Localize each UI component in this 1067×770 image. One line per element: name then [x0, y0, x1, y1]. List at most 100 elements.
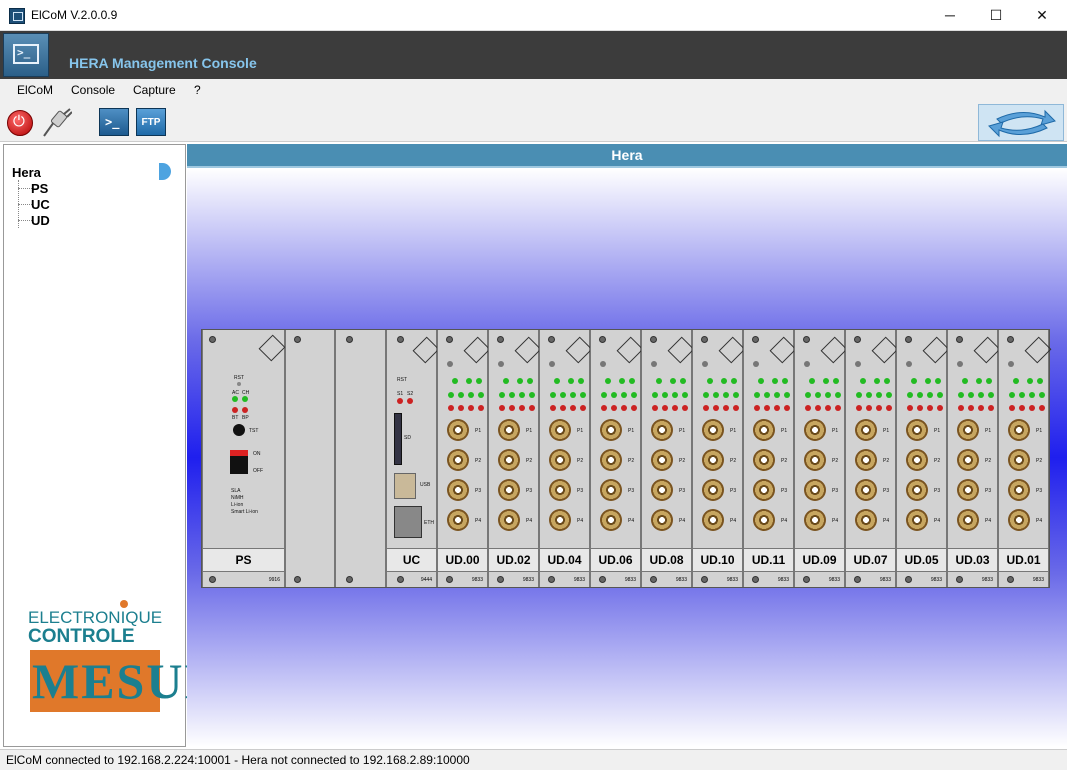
port-label: P3: [577, 488, 584, 494]
ud-card[interactable]: P1 P2 P3 P4 UD.11 9833: [743, 330, 797, 587]
bnc-connector[interactable]: [804, 419, 826, 441]
bnc-connector[interactable]: [447, 419, 469, 441]
bnc-connector[interactable]: [702, 479, 724, 501]
collapse-panel-icon[interactable]: [159, 163, 171, 180]
minimize-button[interactable]: ─: [927, 0, 973, 31]
ud-card[interactable]: P1 P2 P3 P4 UD.09 9833: [794, 330, 848, 587]
bnc-connector[interactable]: [600, 449, 622, 471]
uc-card[interactable]: RST S1 S2 SD USB ETH UC 9444: [386, 330, 440, 587]
port-label: P2: [475, 458, 482, 464]
bnc-connector[interactable]: [855, 479, 877, 501]
bnc-connector[interactable]: [906, 419, 928, 441]
bnc-connector[interactable]: [906, 479, 928, 501]
bnc-connector[interactable]: [702, 449, 724, 471]
bnc-connector[interactable]: [600, 509, 622, 531]
bnc-connector[interactable]: [549, 449, 571, 471]
bnc-connector[interactable]: [804, 449, 826, 471]
bnc-connector[interactable]: [549, 419, 571, 441]
ud-card[interactable]: P1 P2 P3 P4 UD.02 9833: [488, 330, 542, 587]
bnc-connector[interactable]: [600, 479, 622, 501]
bnc-connector[interactable]: [447, 479, 469, 501]
em-logo-icon: [258, 334, 286, 362]
bnc-connector[interactable]: [651, 419, 673, 441]
bnc-connector[interactable]: [549, 509, 571, 531]
menu-capture[interactable]: Capture: [133, 83, 176, 97]
led-green: [1013, 378, 1019, 384]
bnc-connector[interactable]: [753, 449, 775, 471]
bnc-connector[interactable]: [498, 449, 520, 471]
ps-card[interactable]: RST AC CH BT BP TST ON OFF SLA NiMH Li-i…: [202, 330, 286, 587]
bnc-connector[interactable]: [804, 509, 826, 531]
test-button[interactable]: [233, 424, 245, 436]
bnc-connector[interactable]: [447, 449, 469, 471]
refresh-button[interactable]: [978, 104, 1064, 141]
plug-icon[interactable]: [40, 108, 72, 138]
tree-node-ud[interactable]: UD: [31, 213, 50, 228]
led-red: [458, 405, 464, 411]
bnc-connector[interactable]: [753, 479, 775, 501]
uc-rst-label: RST: [397, 377, 407, 383]
console-button[interactable]: >_: [99, 108, 129, 136]
bnc-connector[interactable]: [906, 449, 928, 471]
led-green: [986, 378, 992, 384]
led-red: [570, 405, 576, 411]
bnc-connector[interactable]: [957, 509, 979, 531]
bnc-connector[interactable]: [702, 419, 724, 441]
ud-card[interactable]: P1 P2 P3 P4 UD.08 9833: [641, 330, 695, 587]
bnc-connector[interactable]: [855, 419, 877, 441]
tree-node-hera[interactable]: Hera: [12, 165, 41, 180]
bnc-connector[interactable]: [957, 419, 979, 441]
bnc-connector[interactable]: [804, 479, 826, 501]
bnc-connector[interactable]: [855, 509, 877, 531]
ud-card[interactable]: P1 P2 P3 P4 UD.10 9833: [692, 330, 746, 587]
ud-number: 9833: [828, 577, 840, 583]
menu-help[interactable]: ?: [194, 83, 201, 97]
ud-card[interactable]: P1 P2 P3 P4 UD.06 9833: [590, 330, 644, 587]
bnc-connector[interactable]: [498, 479, 520, 501]
led-green: [503, 378, 509, 384]
bnc-connector[interactable]: [498, 419, 520, 441]
ud-card[interactable]: P1 P2 P3 P4 UD.01 9833: [998, 330, 1052, 587]
main-title-bar: Hera: [187, 144, 1067, 168]
bnc-connector[interactable]: [957, 449, 979, 471]
bnc-connector[interactable]: [1008, 449, 1030, 471]
bnc-connector[interactable]: [498, 509, 520, 531]
bnc-connector[interactable]: [1008, 509, 1030, 531]
screw: [905, 336, 912, 343]
ftp-button[interactable]: FTP: [136, 108, 166, 136]
bnc-connector[interactable]: [600, 419, 622, 441]
ud-card[interactable]: P1 P2 P3 P4 UD.07 9833: [845, 330, 899, 587]
em-logo-icon: [769, 336, 797, 364]
close-button[interactable]: ✕: [1019, 0, 1065, 31]
menu-elcom[interactable]: ElCoM: [17, 83, 53, 97]
bnc-connector[interactable]: [753, 419, 775, 441]
bnc-connector[interactable]: [753, 509, 775, 531]
screw: [446, 576, 453, 583]
ud-card[interactable]: P1 P2 P3 P4 UD.05 9833: [896, 330, 950, 587]
ps-on-label: ON: [253, 451, 261, 457]
knob: [855, 361, 861, 367]
port-label: P1: [883, 428, 890, 434]
ud-card[interactable]: P1 P2 P3 P4 UD.04 9833: [539, 330, 593, 587]
bnc-connector[interactable]: [447, 509, 469, 531]
tree-node-uc[interactable]: UC: [31, 197, 50, 212]
power-switch[interactable]: [230, 450, 248, 474]
tree-node-ps[interactable]: PS: [31, 181, 48, 196]
bnc-connector[interactable]: [855, 449, 877, 471]
ud-card[interactable]: P1 P2 P3 P4 UD.03 9833: [947, 330, 1001, 587]
bnc-connector[interactable]: [549, 479, 571, 501]
led-green: [805, 392, 811, 398]
bnc-connector[interactable]: [1008, 479, 1030, 501]
bnc-connector[interactable]: [702, 509, 724, 531]
bnc-connector[interactable]: [651, 479, 673, 501]
power-icon[interactable]: [7, 110, 33, 136]
menu-console[interactable]: Console: [71, 83, 115, 97]
bnc-connector[interactable]: [1008, 419, 1030, 441]
bnc-connector[interactable]: [651, 509, 673, 531]
bnc-connector[interactable]: [651, 449, 673, 471]
port-label: P2: [832, 458, 839, 464]
bnc-connector[interactable]: [906, 509, 928, 531]
ud-card[interactable]: P1 P2 P3 P4 UD.00 9833: [437, 330, 491, 587]
maximize-button[interactable]: ☐: [973, 0, 1019, 31]
bnc-connector[interactable]: [957, 479, 979, 501]
